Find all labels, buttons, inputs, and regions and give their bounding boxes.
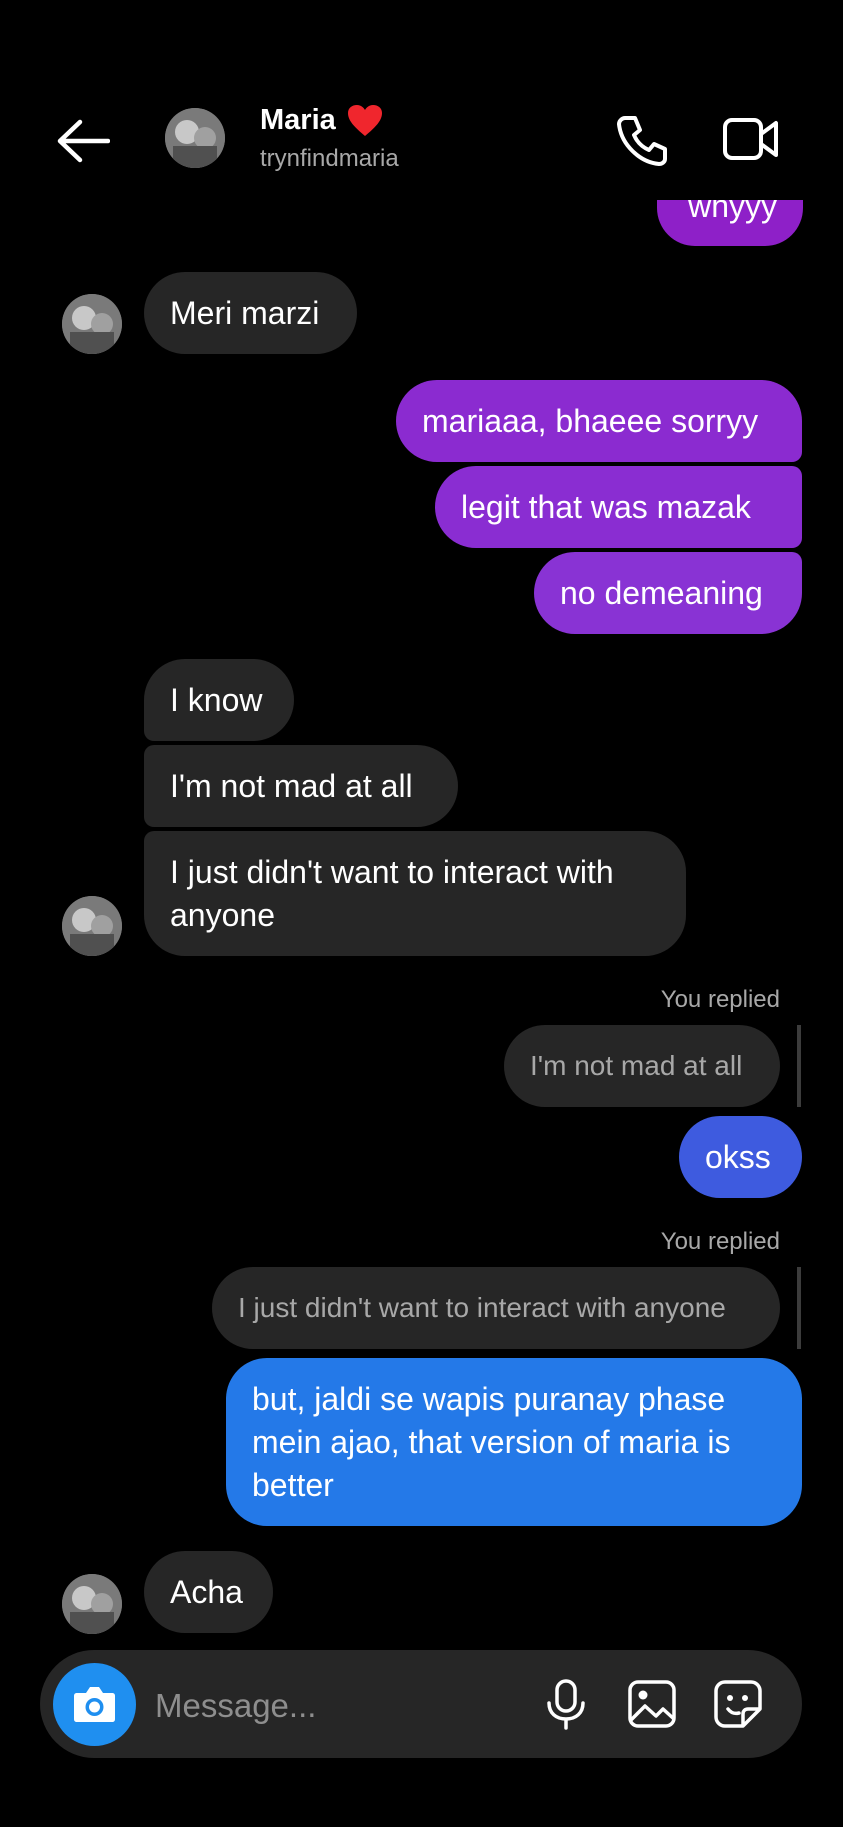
sticker-icon[interactable] (712, 1678, 764, 1730)
message-text: okss (705, 1139, 771, 1175)
camera-button[interactable] (53, 1663, 136, 1746)
message-bubble-sent[interactable]: okss (679, 1116, 802, 1198)
chat-header: Maria trynfindmaria (0, 0, 843, 200)
microphone-icon[interactable] (540, 1678, 592, 1730)
reply-bar (797, 1025, 801, 1107)
you-replied-label: You replied (660, 986, 780, 1013)
message-bubble-received[interactable]: I'm not mad at all (144, 745, 458, 827)
heart-icon (347, 104, 383, 138)
reply-quote[interactable]: I just didn't want to interact with anyo… (212, 1267, 780, 1349)
phone-call-icon[interactable] (615, 112, 671, 168)
message-bubble-sent[interactable]: legit that was mazak (435, 466, 802, 548)
gallery-icon[interactable] (626, 1678, 678, 1730)
message-bubble-sent[interactable]: mariaaa, bhaeee sorryy (396, 380, 802, 462)
message-text: I'm not mad at all (170, 768, 413, 804)
message-text: I know (170, 682, 263, 718)
message-text: legit that was mazak (461, 489, 751, 525)
message-text: no demeaning (560, 575, 763, 611)
message-bubble-received[interactable]: Meri marzi (144, 272, 357, 354)
video-call-icon[interactable] (722, 116, 780, 162)
message-bubble-sent[interactable]: no demeaning (534, 552, 802, 634)
message-text-line: I just didn't want to interact with (170, 854, 614, 890)
contact-name[interactable]: Maria (260, 104, 336, 137)
reply-quote-text: I'm not mad at all (530, 1050, 743, 1081)
reply-bar (797, 1267, 801, 1349)
avatar[interactable] (62, 294, 122, 354)
message-bubble-received[interactable]: Acha (144, 1551, 273, 1633)
message-text-line: but, jaldi se wapis puranay phase (252, 1381, 726, 1417)
message-input[interactable] (153, 1683, 517, 1729)
message-bubble-sent[interactable]: but, jaldi se wapis puranay phase mein a… (226, 1358, 802, 1526)
reply-quote[interactable]: I'm not mad at all (504, 1025, 780, 1107)
message-text: Meri marzi (170, 295, 320, 331)
message-text-line: better (252, 1467, 334, 1503)
you-replied-label: You replied (660, 1228, 780, 1255)
camera-icon (74, 1687, 115, 1722)
avatar[interactable] (62, 896, 122, 956)
message-text-line: mein ajao, that version of maria is (252, 1424, 731, 1460)
message-text-line: anyone (170, 897, 275, 933)
avatar[interactable] (165, 108, 225, 168)
back-arrow-icon[interactable] (56, 118, 111, 164)
message-bubble-received[interactable]: I know (144, 659, 294, 741)
reply-quote-text: I just didn't want to interact with anyo… (238, 1292, 726, 1323)
message-text: mariaaa, bhaeee sorryy (422, 403, 759, 439)
message-text: Acha (170, 1574, 243, 1610)
contact-username[interactable]: trynfindmaria (260, 145, 399, 173)
message-bubble-received[interactable]: I just didn't want to interact with anyo… (144, 831, 686, 956)
avatar[interactable] (62, 1574, 122, 1634)
